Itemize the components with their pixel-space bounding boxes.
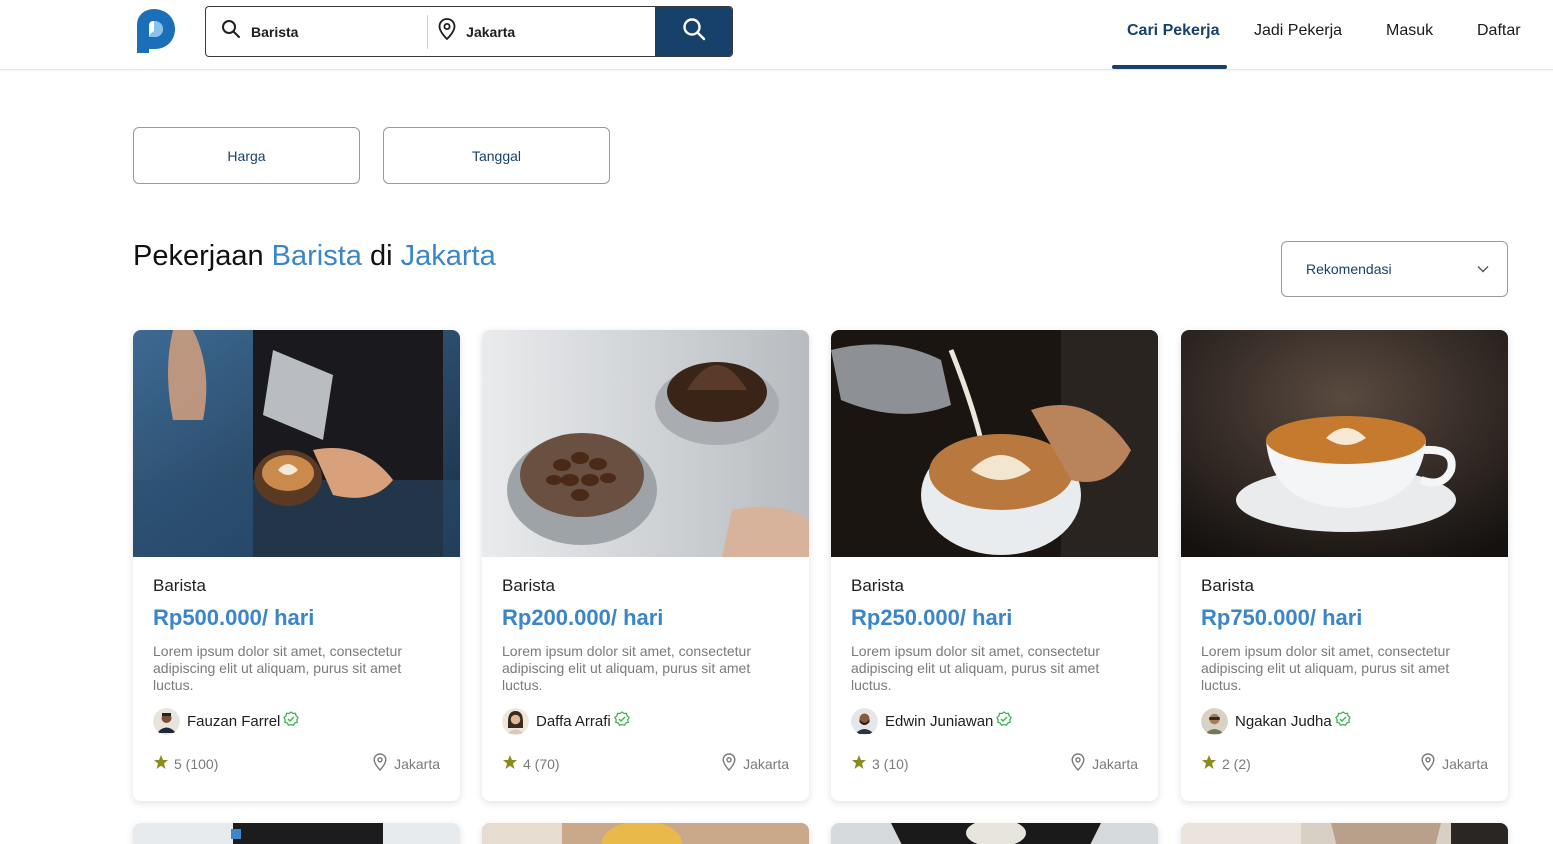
job-title: Barista <box>502 576 555 595</box>
keyword-field-wrapper[interactable] <box>206 7 427 56</box>
filter-price-button[interactable]: Harga <box>133 127 360 184</box>
location-text: Jakarta <box>394 755 440 772</box>
star-icon <box>502 754 518 773</box>
job-card-next-row[interactable] <box>1181 823 1508 844</box>
rating-text: 5 (100) <box>174 755 219 772</box>
job-owner[interactable]: Ngakan Judha <box>1201 708 1351 735</box>
map-pin-icon <box>438 18 456 45</box>
sort-selected-value: Rekomendasi <box>1306 261 1392 277</box>
nav-cari-pekerja[interactable]: Cari Pekerja <box>1127 22 1220 40</box>
keyword-input[interactable] <box>251 23 401 40</box>
job-title: Barista <box>1201 576 1254 595</box>
search-button[interactable] <box>655 7 732 56</box>
location-text: Jakarta <box>1092 755 1138 772</box>
location-field-wrapper[interactable] <box>428 7 655 56</box>
job-location: Jakarta <box>1071 753 1138 774</box>
location-text: Jakarta <box>1442 755 1488 772</box>
job-price: Rp500.000/ hari <box>153 605 315 630</box>
job-card-next-row[interactable] <box>482 823 809 844</box>
map-pin-icon <box>1421 753 1435 774</box>
job-rating: 3 (10) <box>851 754 909 773</box>
job-card-next-row[interactable] <box>133 823 460 844</box>
rating-text: 3 (10) <box>872 755 909 772</box>
job-description: Lorem ipsum dolor sit amet, consectetur … <box>153 643 402 693</box>
job-location: Jakarta <box>373 753 440 774</box>
job-rating: 4 (70) <box>502 754 560 773</box>
job-card-next-row[interactable] <box>831 823 1158 844</box>
job-photo <box>831 330 1158 557</box>
owner-name: Daffa Arrafi <box>536 713 611 730</box>
nav-jadi-pekerja[interactable]: Jadi Pekerja <box>1254 22 1342 40</box>
search-icon <box>682 17 706 46</box>
search-bar <box>205 6 733 57</box>
verified-badge-icon <box>613 711 630 732</box>
search-icon <box>221 19 241 44</box>
job-description: Lorem ipsum dolor sit amet, consectetur … <box>851 643 1100 693</box>
job-description: Lorem ipsum dolor sit amet, consectetur … <box>1201 643 1450 693</box>
page-title: Pekerjaan Barista di Jakarta <box>133 240 496 273</box>
map-pin-icon <box>1071 753 1085 774</box>
job-description: Lorem ipsum dolor sit amet, consectetur … <box>502 643 751 693</box>
brand-logo[interactable] <box>129 7 179 55</box>
owner-name: Ngakan Judha <box>1235 713 1332 730</box>
job-photo <box>133 330 460 557</box>
sort-dropdown[interactable]: Rekomendasi <box>1281 241 1508 297</box>
job-card[interactable]: Barista Rp250.000/ hari Lorem ipsum dolo… <box>831 330 1158 801</box>
job-owner[interactable]: Fauzan Farrel <box>153 708 300 735</box>
job-card[interactable]: Barista Rp500.000/ hari Lorem ipsum dolo… <box>133 330 460 801</box>
rating-text: 2 (2) <box>1222 755 1251 772</box>
star-icon <box>851 754 867 773</box>
verified-badge-icon <box>996 711 1013 732</box>
job-price: Rp200.000/ hari <box>502 605 664 630</box>
job-card[interactable]: Barista Rp750.000/ hari Lorem ipsum dolo… <box>1181 330 1508 801</box>
rating-text: 4 (70) <box>523 755 560 772</box>
nav-daftar[interactable]: Daftar <box>1477 22 1521 40</box>
verified-badge-icon <box>283 711 300 732</box>
avatar <box>502 708 529 735</box>
job-location: Jakarta <box>1421 753 1488 774</box>
star-icon <box>1201 754 1217 773</box>
map-pin-icon <box>373 753 387 774</box>
star-icon <box>153 754 169 773</box>
job-title: Barista <box>851 576 904 595</box>
title-job: Barista <box>271 240 362 272</box>
filter-date-button[interactable]: Tanggal <box>383 127 610 184</box>
location-text: Jakarta <box>743 755 789 772</box>
avatar <box>1201 708 1228 735</box>
job-photo <box>1181 330 1508 557</box>
avatar <box>153 708 180 735</box>
job-price: Rp750.000/ hari <box>1201 605 1363 630</box>
location-input[interactable] <box>466 23 617 40</box>
title-connector: di <box>369 240 393 272</box>
nav-masuk[interactable]: Masuk <box>1386 22 1433 40</box>
job-owner[interactable]: Daffa Arrafi <box>502 708 630 735</box>
job-price: Rp250.000/ hari <box>851 605 1013 630</box>
map-pin-icon <box>722 753 736 774</box>
job-rating: 5 (100) <box>153 754 218 773</box>
chevron-down-icon <box>1477 262 1489 278</box>
owner-name: Fauzan Farrel <box>187 713 281 730</box>
avatar <box>851 708 878 735</box>
title-city: Jakarta <box>400 240 496 272</box>
job-owner[interactable]: Edwin Juniawan <box>851 708 1013 735</box>
job-location: Jakarta <box>722 753 789 774</box>
job-card[interactable]: Barista Rp200.000/ hari Lorem ipsum dolo… <box>482 330 809 801</box>
active-nav-indicator <box>1112 65 1227 69</box>
verified-badge-icon <box>1334 711 1351 732</box>
top-navbar: Cari Pekerja Jadi Pekerja Masuk Daftar <box>0 0 1553 70</box>
job-rating: 2 (2) <box>1201 754 1251 773</box>
job-photo <box>482 330 809 557</box>
title-prefix: Pekerjaan <box>133 240 264 272</box>
owner-name: Edwin Juniawan <box>885 713 994 730</box>
job-title: Barista <box>153 576 206 595</box>
